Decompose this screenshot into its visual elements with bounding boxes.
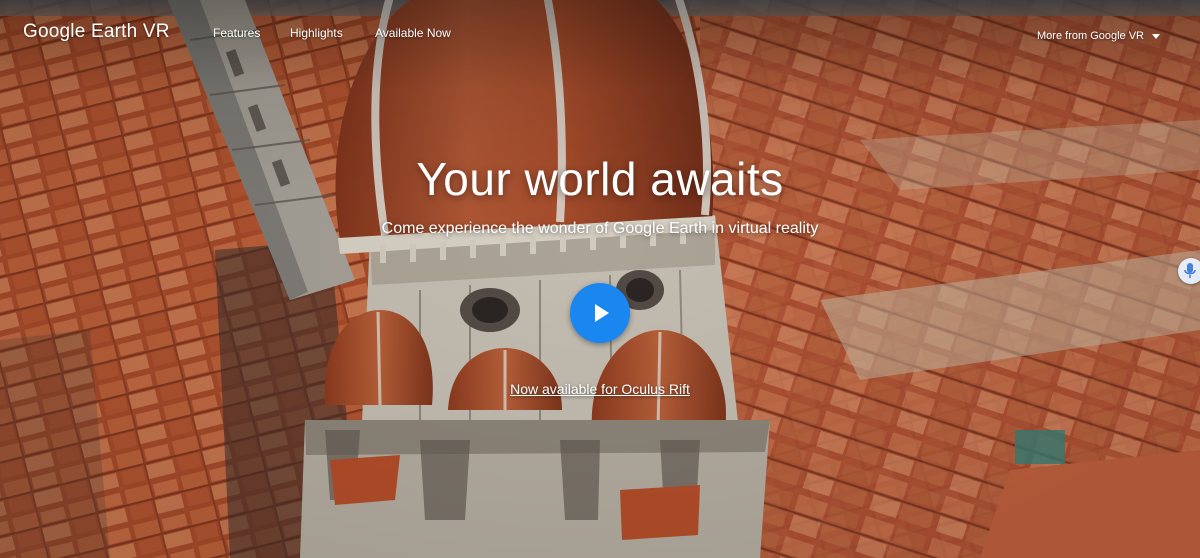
nav-link-highlights[interactable]: Highlights bbox=[290, 26, 343, 40]
microphone-icon[interactable] bbox=[1178, 258, 1200, 284]
nav-link-available-now[interactable]: Available Now bbox=[375, 26, 451, 40]
hero-title: Your world awaits bbox=[416, 153, 784, 205]
brand-logo[interactable]: Google Earth VR bbox=[23, 21, 170, 43]
nav-link-features[interactable]: Features bbox=[213, 26, 260, 40]
play-video-button[interactable] bbox=[570, 283, 630, 343]
more-from-google-vr-label: More from Google VR bbox=[1037, 30, 1144, 42]
page: Google Earth VR Features Highlights Avai… bbox=[0, 0, 1200, 558]
available-oculus-rift-link[interactable]: Now available for Oculus Rift bbox=[510, 381, 690, 397]
play-icon bbox=[595, 304, 609, 322]
top-navigation: Google Earth VR Features Highlights Avai… bbox=[0, 0, 1200, 66]
hero-background-image bbox=[0, 0, 1200, 558]
hero-subtitle: Come experience the wonder of Google Ear… bbox=[381, 220, 819, 237]
cta-container: Now available for Oculus Rift bbox=[0, 381, 1200, 397]
more-from-google-vr-menu[interactable]: More from Google VR bbox=[1037, 30, 1160, 42]
chevron-down-icon bbox=[1152, 33, 1160, 39]
